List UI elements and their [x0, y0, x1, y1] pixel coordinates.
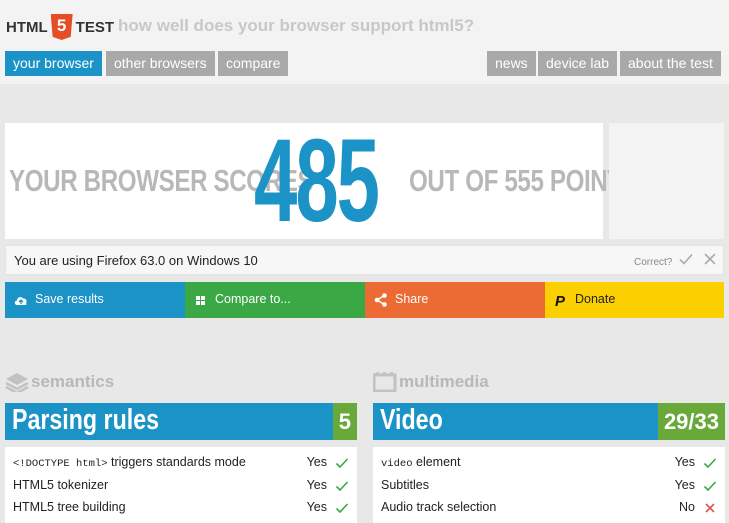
- film-icon: [373, 372, 397, 392]
- html5-shield-icon: 5: [50, 14, 73, 40]
- card-title: Video: [380, 404, 443, 436]
- test-label: HTML5 tokenizer: [13, 478, 108, 493]
- score-count-badge: 29/33: [657, 403, 725, 440]
- test-code: video: [381, 458, 413, 470]
- correct-label: Correct?: [634, 257, 673, 268]
- check-icon: [703, 480, 717, 491]
- test-result: Yes: [674, 455, 695, 469]
- test-label-text: element: [412, 455, 461, 469]
- test-label-text: triggers standards mode: [107, 455, 246, 469]
- compare-to-label: Compare to...: [215, 292, 291, 306]
- test-result: Yes: [306, 500, 327, 514]
- card-header[interactable]: Parsing rules 5: [5, 403, 357, 440]
- site-logo[interactable]: HTML 5 TEST: [6, 14, 114, 40]
- test-label: Subtitles: [381, 478, 429, 493]
- test-result: Yes: [674, 477, 695, 492]
- check-icon: [335, 458, 349, 469]
- confirm-check-icon[interactable]: [678, 251, 694, 267]
- nav-your-browser[interactable]: your browser: [5, 51, 102, 76]
- test-row: <!DOCTYPE html> triggers standards mode …: [5, 451, 357, 474]
- card-title: Parsing rules: [12, 404, 159, 436]
- card-body: <!DOCTYPE html> triggers standards mode …: [5, 447, 357, 523]
- logo-html-text: HTML: [6, 18, 48, 36]
- browser-detection-text: You are using Firefox 63.0 on Windows 10: [14, 253, 258, 268]
- check-icon: [703, 458, 717, 469]
- tagline: how well does your browser support html5…: [118, 16, 475, 35]
- test-row: HTML5 tokenizer Yes: [5, 474, 357, 497]
- section-title-semantics: semantics: [5, 372, 114, 392]
- paypal-icon: P: [555, 293, 566, 308]
- score-count-badge: 5: [332, 403, 357, 440]
- test-result: No: [679, 500, 695, 514]
- nav-news[interactable]: news: [487, 51, 536, 76]
- save-results-label: Save results: [35, 292, 104, 306]
- compare-to-button[interactable]: Compare to...: [185, 282, 365, 318]
- card-body: video element Yes Subtitles Yes Audio tr…: [373, 447, 725, 523]
- test-row: video element Yes: [373, 451, 725, 474]
- reject-x-icon[interactable]: [702, 251, 718, 267]
- test-row: HTML5 tree building Yes: [5, 496, 357, 519]
- nav-other-browsers[interactable]: other browsers: [106, 51, 215, 76]
- test-label-text: HTML5 tokenizer: [13, 477, 109, 492]
- test-label-text: Subtitles: [381, 477, 429, 492]
- score-suffix: OUT OF 555 POINTS: [409, 163, 638, 198]
- section-title-semantics-text: semantics: [31, 372, 115, 391]
- share-icon: [374, 293, 387, 307]
- nav-compare[interactable]: compare: [218, 51, 289, 76]
- test-result: Yes: [306, 477, 327, 492]
- test-label: <!DOCTYPE html> triggers standards mode: [13, 455, 246, 470]
- svg-text:P: P: [555, 293, 566, 308]
- test-label: HTML5 tree building: [13, 500, 126, 515]
- score-banner: YOUR BROWSER SCORES 485 OUT OF 555 POINT…: [5, 116, 638, 246]
- section-title-multimedia-text: multimedia: [399, 372, 489, 391]
- card-parsing-rules: Parsing rules 5 <!DOCTYPE html> triggers…: [5, 403, 357, 523]
- donate-button[interactable]: P Donate: [545, 282, 724, 318]
- score-value: 485: [254, 115, 380, 247]
- layers-icon: [5, 373, 29, 392]
- top-bar: HTML 5 TEST how well does your browser s…: [0, 0, 729, 84]
- save-results-button[interactable]: Save results: [5, 282, 185, 318]
- nav-device-lab[interactable]: device lab: [538, 51, 618, 76]
- check-icon: [335, 503, 349, 514]
- share-button[interactable]: Share: [365, 282, 545, 318]
- test-code: <!DOCTYPE html>: [13, 458, 108, 470]
- donate-label: Donate: [575, 292, 616, 306]
- cloud-upload-icon: [14, 297, 27, 305]
- grid-icon: [196, 296, 205, 305]
- section-title-multimedia: multimedia: [373, 372, 489, 392]
- check-icon: [335, 480, 349, 491]
- score-side-panel: [609, 123, 724, 239]
- test-row: Audio track selection No: [373, 496, 725, 519]
- test-label-text: Audio track selection: [381, 500, 497, 514]
- test-row: Subtitles Yes: [373, 474, 725, 497]
- browser-detection-bar: You are using Firefox 63.0 on Windows 10…: [5, 245, 724, 275]
- card-header[interactable]: Video 29/33: [373, 403, 725, 440]
- test-label: video element: [381, 455, 460, 470]
- test-label-text: HTML5 tree building: [13, 500, 126, 514]
- test-result: Yes: [306, 455, 327, 469]
- logo-test-text: TEST: [75, 18, 114, 36]
- card-video: Video 29/33 video element Yes Subtitles …: [373, 403, 725, 523]
- nav-about-the-test[interactable]: about the test: [620, 51, 721, 76]
- test-label: Audio track selection: [381, 500, 496, 515]
- cross-icon: [705, 503, 715, 513]
- share-label: Share: [395, 292, 429, 306]
